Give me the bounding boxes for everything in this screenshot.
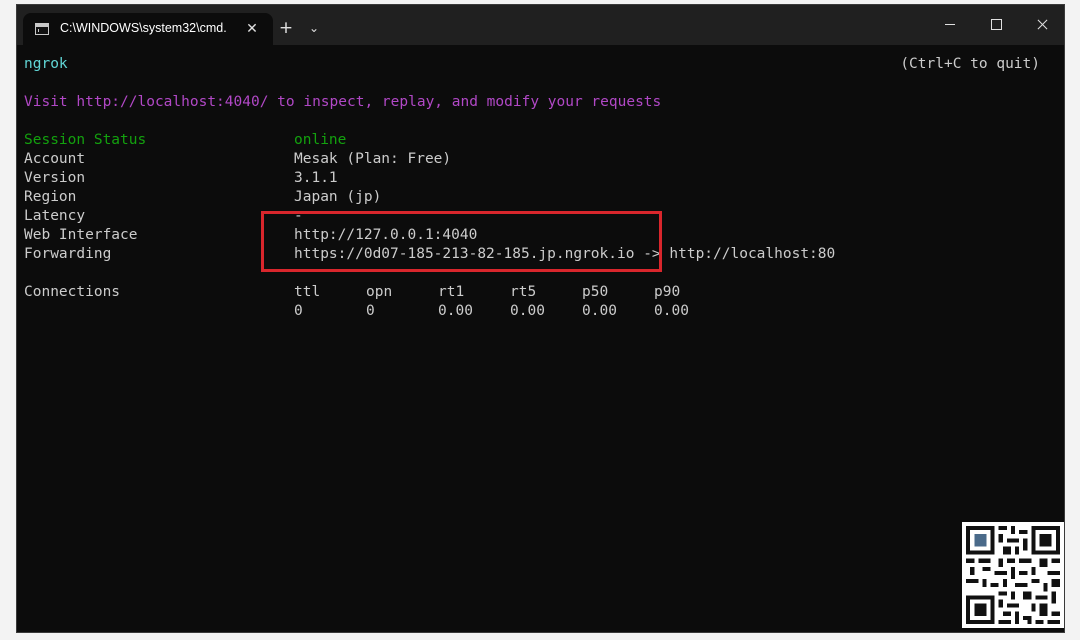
terminal-output[interactable]: ngrok (Ctrl+C to quit) Visit http://loca… [17,45,1064,632]
terminal-icon [35,23,49,35]
session-status-value: online [294,132,347,148]
chevron-down-icon[interactable]: ⌄ [305,13,323,43]
tab-title: C:\WINDOWS\system32\cmd. [60,21,227,35]
conn-value: 0.00 [654,303,689,319]
new-tab-button[interactable]: + [275,13,297,43]
field-label: Version [24,170,86,186]
conn-header: opn [366,284,393,300]
conn-value: 0 [366,303,375,319]
quit-hint: (Ctrl+C to quit) [900,56,1040,72]
title-bar: C:\WINDOWS\system32\cmd. ✕ + ⌄ [17,5,1064,45]
conn-header: p90 [654,284,681,300]
account-value: Mesak (Plan: Free) [294,151,452,167]
qr-code-icon [962,522,1064,628]
maximize-icon[interactable] [973,5,1019,45]
visit-line: Visit http://localhost:4040/ to inspect,… [24,94,662,110]
close-icon[interactable] [1019,5,1064,45]
tab-close-icon[interactable]: ✕ [241,18,263,40]
conn-value: 0.00 [510,303,545,319]
conn-value: 0.00 [438,303,473,319]
minimize-icon[interactable] [927,5,973,45]
conn-header: rt5 [510,284,537,300]
conn-value: 0 [294,303,303,319]
highlight-box [261,211,662,272]
conn-header: ttl [294,284,321,300]
field-label: Web Interface [24,227,138,243]
field-label: Forwarding [24,246,112,262]
tab-cmd[interactable]: C:\WINDOWS\system32\cmd. ✕ [23,13,273,45]
conn-value: 0.00 [582,303,617,319]
version-value: 3.1.1 [294,170,338,186]
field-label: Session Status [24,132,147,148]
region-value: Japan (jp) [294,189,382,205]
terminal-window: C:\WINDOWS\system32\cmd. ✕ + ⌄ ngrok (Ct… [16,4,1065,633]
field-label: Latency [24,208,86,224]
field-label: Account [24,151,86,167]
conn-header: rt1 [438,284,465,300]
conn-header: p50 [582,284,609,300]
app-name: ngrok [24,56,68,72]
field-label: Region [24,189,77,205]
connections-label: Connections [24,284,121,300]
